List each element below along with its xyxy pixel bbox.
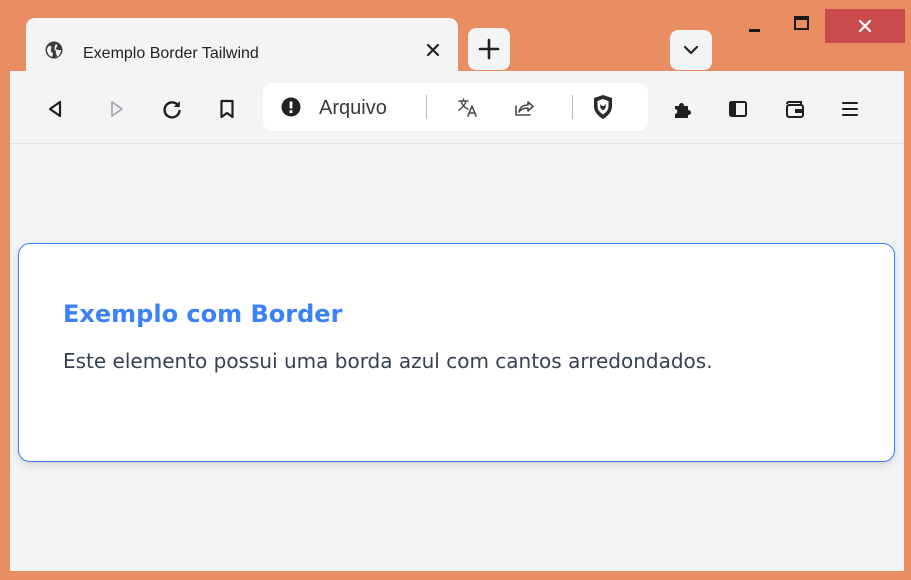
minimize-button[interactable] xyxy=(732,9,778,43)
security-label: Arquivo xyxy=(319,97,387,119)
menu-icon[interactable] xyxy=(839,98,861,120)
info-icon[interactable] xyxy=(281,97,301,117)
forward-icon[interactable] xyxy=(105,98,127,120)
new-tab-button[interactable] xyxy=(468,28,510,70)
browser-toolbar: Arquivo xyxy=(10,71,904,144)
bordered-card: Exemplo com Border Este elemento possui … xyxy=(18,243,895,462)
back-icon[interactable] xyxy=(45,98,67,120)
close-tab-icon[interactable] xyxy=(423,40,443,60)
browser-window: Exemplo Border Tailwind Arquivo Exemplo … xyxy=(10,9,905,571)
globe-icon xyxy=(45,41,63,59)
maximize-icon xyxy=(794,16,809,30)
wallet-icon[interactable] xyxy=(784,98,806,120)
brave-shield-icon[interactable] xyxy=(590,94,616,120)
chevron-down-icon xyxy=(683,45,699,55)
share-icon[interactable] xyxy=(513,96,535,118)
plus-icon xyxy=(478,38,500,60)
page-viewport: Exemplo com Border Este elemento possui … xyxy=(10,144,904,571)
bookmark-icon[interactable] xyxy=(216,98,238,120)
sidebar-icon[interactable] xyxy=(727,98,749,120)
card-title: Exemplo com Border xyxy=(63,300,343,328)
minimize-icon xyxy=(749,29,760,32)
extensions-icon[interactable] xyxy=(672,98,694,120)
translate-icon[interactable] xyxy=(457,96,479,118)
tab-list-button[interactable] xyxy=(670,30,712,70)
divider xyxy=(426,95,427,119)
reload-icon[interactable] xyxy=(161,98,183,120)
card-text: Este elemento possui uma borda azul com … xyxy=(63,349,713,373)
divider xyxy=(572,95,573,119)
maximize-button[interactable] xyxy=(778,9,824,43)
close-window-button[interactable] xyxy=(825,9,905,43)
address-bar[interactable]: Arquivo xyxy=(263,83,648,131)
close-icon xyxy=(858,19,872,33)
tab-title: Exemplo Border Tailwind xyxy=(83,45,259,62)
